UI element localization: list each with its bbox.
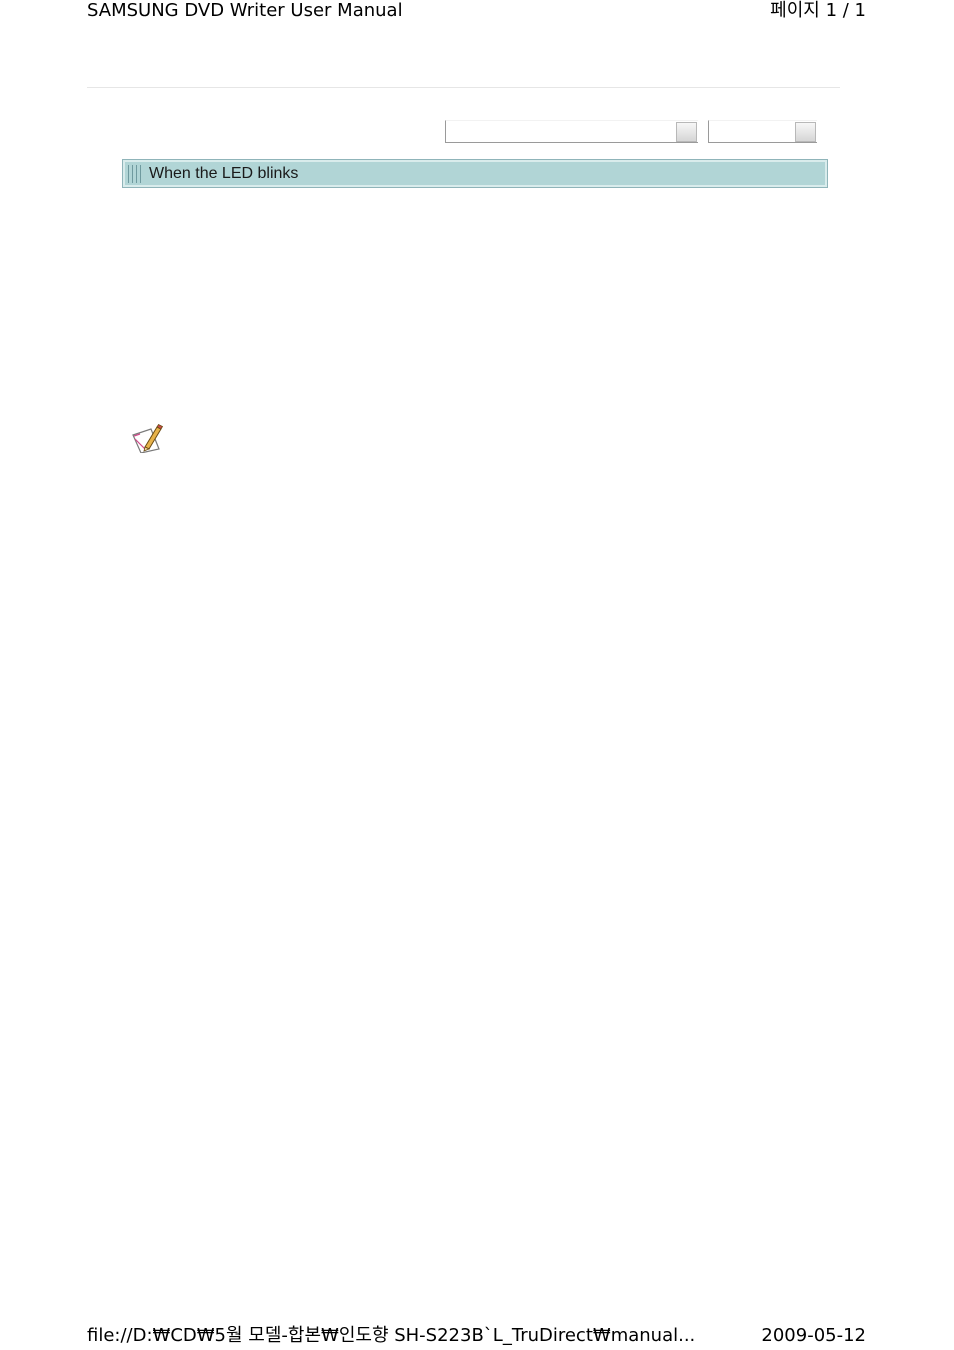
topic-select[interactable] [445,120,698,143]
print-date: 2009-05-12 [761,1325,866,1346]
topic-select-dropdown-button[interactable] [676,122,697,142]
header-divider [87,87,840,88]
subtopic-select-dropdown-button[interactable] [795,122,816,142]
note-pencil-icon [131,423,165,454]
section-title: When the LED blinks [149,165,299,182]
grip-lines-icon [128,165,142,183]
page-indicator: 페이지 1 / 1 [770,0,866,21]
section-header: When the LED blinks [122,159,828,188]
document-title: SAMSUNG DVD Writer User Manual [87,0,403,21]
subtopic-select[interactable] [708,120,817,143]
file-path: file://D:₩CD₩5월 모델-합본₩인도향 SH-S223B`L_Tru… [87,1325,696,1346]
